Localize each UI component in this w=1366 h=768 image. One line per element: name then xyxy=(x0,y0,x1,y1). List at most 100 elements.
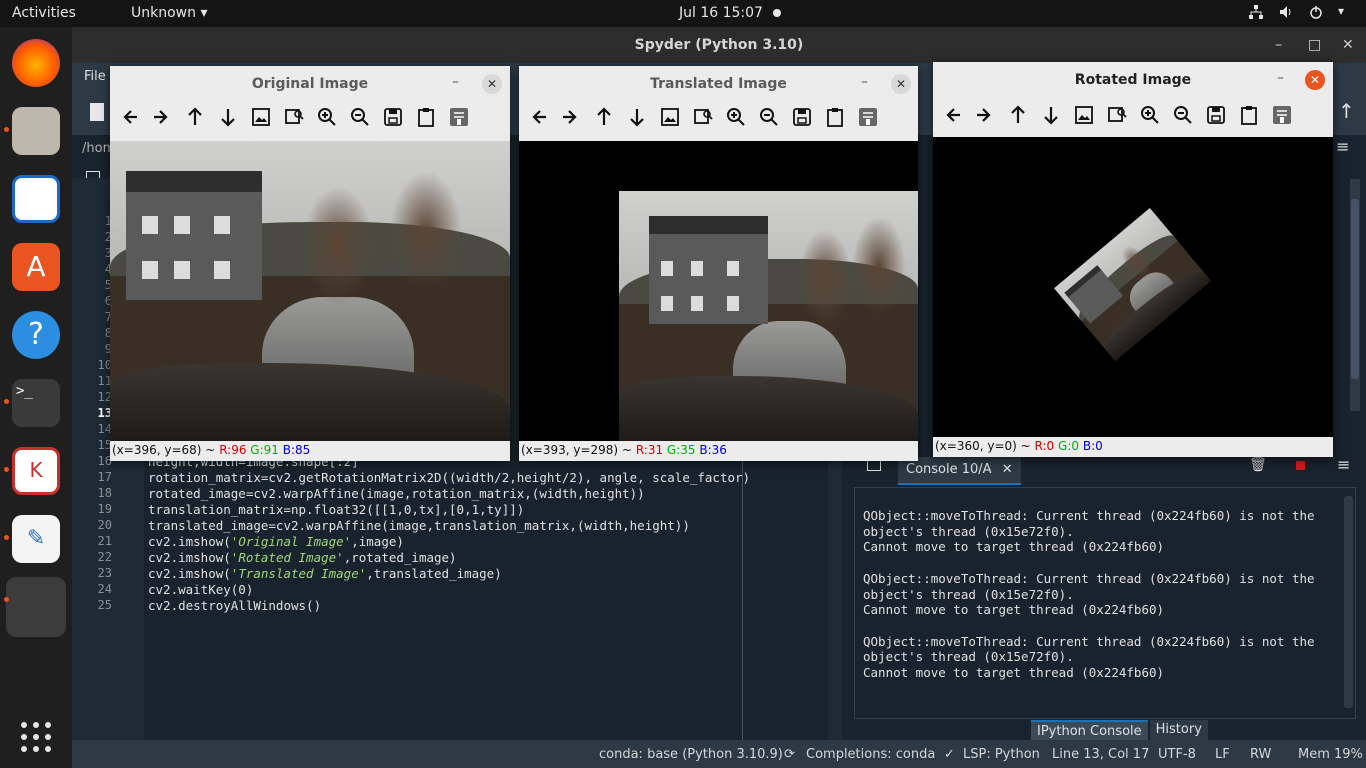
window-title[interactable]: Rotated Image xyxy=(933,62,1333,98)
close-button[interactable]: ✕ xyxy=(1342,27,1354,63)
window-title[interactable]: Translated Image xyxy=(519,66,918,102)
code-line: translation_matrix=np.float32([[1,0,tx],… xyxy=(148,502,525,517)
down-icon[interactable] xyxy=(624,104,650,130)
image-canvas[interactable] xyxy=(110,141,510,441)
spyder-icon[interactable] xyxy=(6,577,66,637)
up-icon[interactable] xyxy=(1005,102,1031,128)
firefox-icon[interactable] xyxy=(12,39,60,87)
pixel-b: B:85 xyxy=(282,443,311,457)
zoom-in-icon[interactable] xyxy=(1137,102,1163,128)
minimize-button[interactable]: – xyxy=(861,74,868,90)
tab-console[interactable]: Console 10/A ✕ xyxy=(898,457,1021,485)
power-icon xyxy=(1308,4,1324,20)
activities-button[interactable]: Activities xyxy=(12,5,76,21)
minimize-button[interactable]: – xyxy=(1275,27,1282,63)
code-token: ,image) xyxy=(351,534,404,549)
properties-icon[interactable] xyxy=(446,104,472,130)
status-lsp[interactable]: LSP: Python xyxy=(963,747,1040,762)
zoom-in-icon[interactable] xyxy=(314,104,340,130)
save-icon[interactable] xyxy=(789,104,815,130)
image-search-icon[interactable] xyxy=(690,104,716,130)
system-tray[interactable]: ▾ xyxy=(1248,4,1354,20)
menu-icon[interactable]: ≡ xyxy=(1336,137,1349,156)
console-scrollbar[interactable] xyxy=(1344,496,1353,708)
zoom-out-icon[interactable] xyxy=(1170,102,1196,128)
forward-icon[interactable] xyxy=(149,104,175,130)
close-button[interactable]: ✕ xyxy=(891,74,911,94)
line-number: 7 xyxy=(104,310,112,324)
app-center-icon[interactable]: A xyxy=(12,243,60,291)
console-line: Cannot move to target thread (0x224fb60) xyxy=(863,665,1165,680)
writer-icon[interactable] xyxy=(12,175,60,223)
up-icon[interactable] xyxy=(182,104,208,130)
zoom-out-icon[interactable] xyxy=(756,104,782,130)
status-conda[interactable]: conda: base (Python 3.10.9) xyxy=(599,747,783,762)
text-editor-icon[interactable]: ✎ xyxy=(12,515,60,563)
clock[interactable]: Jul 16 15:07 xyxy=(679,5,763,21)
back-icon[interactable] xyxy=(939,102,965,128)
down-icon[interactable] xyxy=(1038,102,1064,128)
help-icon[interactable]: ? xyxy=(12,311,60,359)
stop-icon[interactable] xyxy=(1296,461,1305,470)
down-icon[interactable] xyxy=(215,104,241,130)
line-number: 1 xyxy=(104,214,112,228)
save-icon[interactable] xyxy=(1203,102,1229,128)
save-icon[interactable] xyxy=(380,104,406,130)
tab-ipython-console[interactable]: IPython Console xyxy=(1031,720,1148,741)
terminal-icon[interactable]: >_ xyxy=(12,379,60,427)
up-arrow-icon[interactable]: ↑ xyxy=(1338,99,1355,123)
zoom-out-icon[interactable] xyxy=(347,104,373,130)
maximize-button[interactable]: □ xyxy=(1308,27,1321,63)
minimize-button[interactable]: – xyxy=(452,74,459,90)
menu-file[interactable]: File xyxy=(84,69,106,84)
image-icon[interactable] xyxy=(657,104,683,130)
line-number: 12 xyxy=(97,390,112,404)
files-icon[interactable] xyxy=(12,107,60,155)
zoom-in-icon[interactable] xyxy=(723,104,749,130)
line-number: 18 xyxy=(97,486,112,500)
back-icon[interactable] xyxy=(116,104,142,130)
trash-icon[interactable]: 🗑 xyxy=(1249,457,1267,473)
back-icon[interactable] xyxy=(525,104,551,130)
properties-icon[interactable] xyxy=(1269,102,1295,128)
forward-icon[interactable] xyxy=(972,102,998,128)
scrollbar-thumb[interactable] xyxy=(1351,199,1359,379)
close-button[interactable]: ✕ xyxy=(1305,70,1325,90)
new-file-icon[interactable] xyxy=(90,103,104,121)
window-title[interactable]: Original Image xyxy=(110,66,510,102)
original-image-window: Original Image – ✕ (x=396, y=68) ~ R:96 … xyxy=(110,66,510,461)
notification-dot xyxy=(773,9,781,17)
clipboard-icon[interactable] xyxy=(1236,102,1262,128)
line-number: 15 xyxy=(97,438,112,452)
menu-icon[interactable]: ≡ xyxy=(1337,455,1350,474)
image-canvas[interactable] xyxy=(519,141,918,441)
minimize-button[interactable]: – xyxy=(1277,70,1284,86)
up-icon[interactable] xyxy=(591,104,617,130)
console-tabbar: Console 10/A ✕ 🗑 ≡ xyxy=(853,455,1366,485)
image-icon[interactable] xyxy=(1071,102,1097,128)
image-search-icon[interactable] xyxy=(1104,102,1130,128)
app-menu[interactable]: Unknown ▾ xyxy=(131,5,207,21)
clipboard-icon[interactable] xyxy=(413,104,439,130)
console-line: object's thread (0x15e72f0). xyxy=(863,523,1074,539)
close-icon[interactable]: ✕ xyxy=(1002,462,1013,477)
status-completions[interactable]: Completions: conda xyxy=(806,747,935,762)
status-eol: LF xyxy=(1215,747,1230,762)
console-output[interactable]: QObject::moveToThread: Current thread (0… xyxy=(854,487,1356,719)
cursor-coords: (x=360, y=0) ~ xyxy=(935,439,1031,453)
line-number: 10 xyxy=(97,358,112,372)
forward-icon[interactable] xyxy=(558,104,584,130)
scrollbar[interactable] xyxy=(1350,179,1360,411)
image-search-icon[interactable] xyxy=(281,104,307,130)
show-apps-icon[interactable] xyxy=(12,713,60,761)
image-canvas[interactable] xyxy=(933,137,1333,437)
spyder-titlebar[interactable]: Spyder (Python 3.10) – □ ✕ xyxy=(72,27,1366,63)
tab-history[interactable]: History xyxy=(1149,720,1208,741)
properties-icon[interactable] xyxy=(855,104,881,130)
close-button[interactable]: ✕ xyxy=(482,74,502,94)
image-icon[interactable] xyxy=(248,104,274,130)
pixel-r: R:0 xyxy=(1034,439,1055,453)
clipboard-icon[interactable] xyxy=(822,104,848,130)
pixel-g: G:91 xyxy=(250,443,279,457)
kolourpaint-icon[interactable]: K xyxy=(12,447,60,495)
